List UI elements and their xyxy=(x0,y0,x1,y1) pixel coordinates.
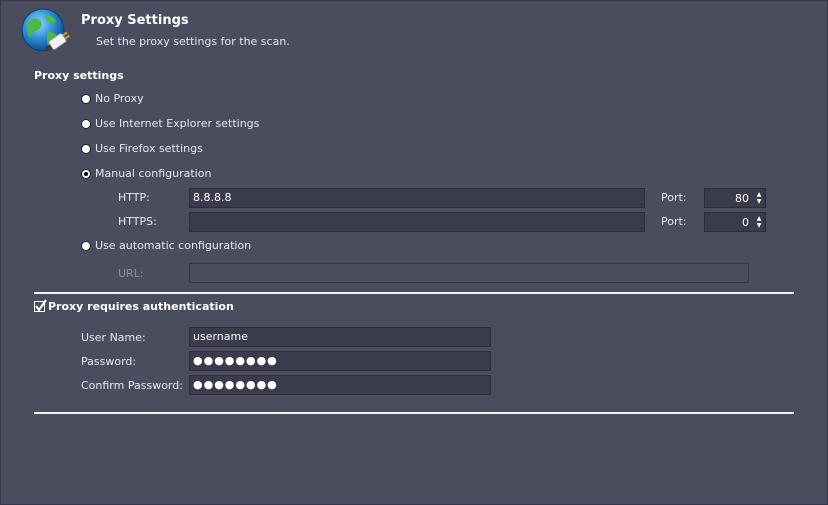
https-port-label: Port: xyxy=(661,215,687,228)
bottom-divider xyxy=(34,412,794,414)
radio-label: Use automatic configuration xyxy=(95,239,252,252)
password-label: Password: xyxy=(81,355,137,368)
radio-label: Use Firefox settings xyxy=(95,142,203,155)
username-label: User Name: xyxy=(81,331,146,344)
spin-arrows-icon[interactable]: ▲ ▼ xyxy=(753,189,765,207)
https-port-stepper[interactable]: 0 ▲ ▼ xyxy=(704,212,766,232)
http-label: HTTP: xyxy=(118,191,150,204)
page-title: Proxy Settings xyxy=(81,13,189,28)
checkbox-checked-icon[interactable] xyxy=(34,299,47,312)
radio-button[interactable] xyxy=(81,93,91,104)
spin-arrows-icon[interactable]: ▲ ▼ xyxy=(753,213,765,231)
http-port-stepper[interactable]: 80 ▲ ▼ xyxy=(704,188,766,208)
radio-firefox-settings[interactable]: Use Firefox settings xyxy=(81,142,203,155)
globe-plug-icon xyxy=(18,6,72,60)
radio-label: Manual configuration xyxy=(95,167,212,180)
radio-no-proxy[interactable]: No Proxy xyxy=(81,92,144,105)
radio-button[interactable] xyxy=(81,118,91,129)
radio-button[interactable] xyxy=(81,143,91,154)
confirm-password-label: Confirm Password: xyxy=(81,379,183,392)
proxy-settings-dialog: Proxy Settings Set the proxy settings fo… xyxy=(0,0,828,505)
radio-button[interactable] xyxy=(81,240,91,251)
url-input[interactable] xyxy=(189,263,749,283)
http-port-value: 80 xyxy=(735,191,749,205)
section-divider xyxy=(34,292,794,294)
https-label: HTTPS: xyxy=(118,215,157,228)
https-proxy-input[interactable] xyxy=(189,212,645,232)
radio-label: No Proxy xyxy=(95,92,144,105)
radio-manual-configuration[interactable]: Manual configuration xyxy=(81,167,211,180)
proxy-auth-checkbox[interactable]: Proxy requires authentication xyxy=(34,299,234,313)
password-input[interactable]: ●●●●●●●● xyxy=(189,351,491,371)
proxy-auth-label: Proxy requires authentication xyxy=(48,300,234,313)
radio-button-selected[interactable] xyxy=(81,168,91,179)
radio-automatic-configuration[interactable]: Use automatic configuration xyxy=(81,239,251,252)
url-label: URL: xyxy=(118,267,144,280)
username-input[interactable]: username xyxy=(189,327,491,347)
page-subtitle: Set the proxy settings for the scan. xyxy=(96,35,290,48)
https-port-value: 0 xyxy=(742,215,749,229)
radio-ie-settings[interactable]: Use Internet Explorer settings xyxy=(81,117,259,130)
proxy-settings-section-label: Proxy settings xyxy=(34,69,124,82)
http-port-label: Port: xyxy=(661,191,687,204)
radio-label: Use Internet Explorer settings xyxy=(95,117,260,130)
confirm-password-input[interactable]: ●●●●●●●● xyxy=(189,375,491,395)
http-proxy-input[interactable]: 8.8.8.8 xyxy=(189,188,645,208)
